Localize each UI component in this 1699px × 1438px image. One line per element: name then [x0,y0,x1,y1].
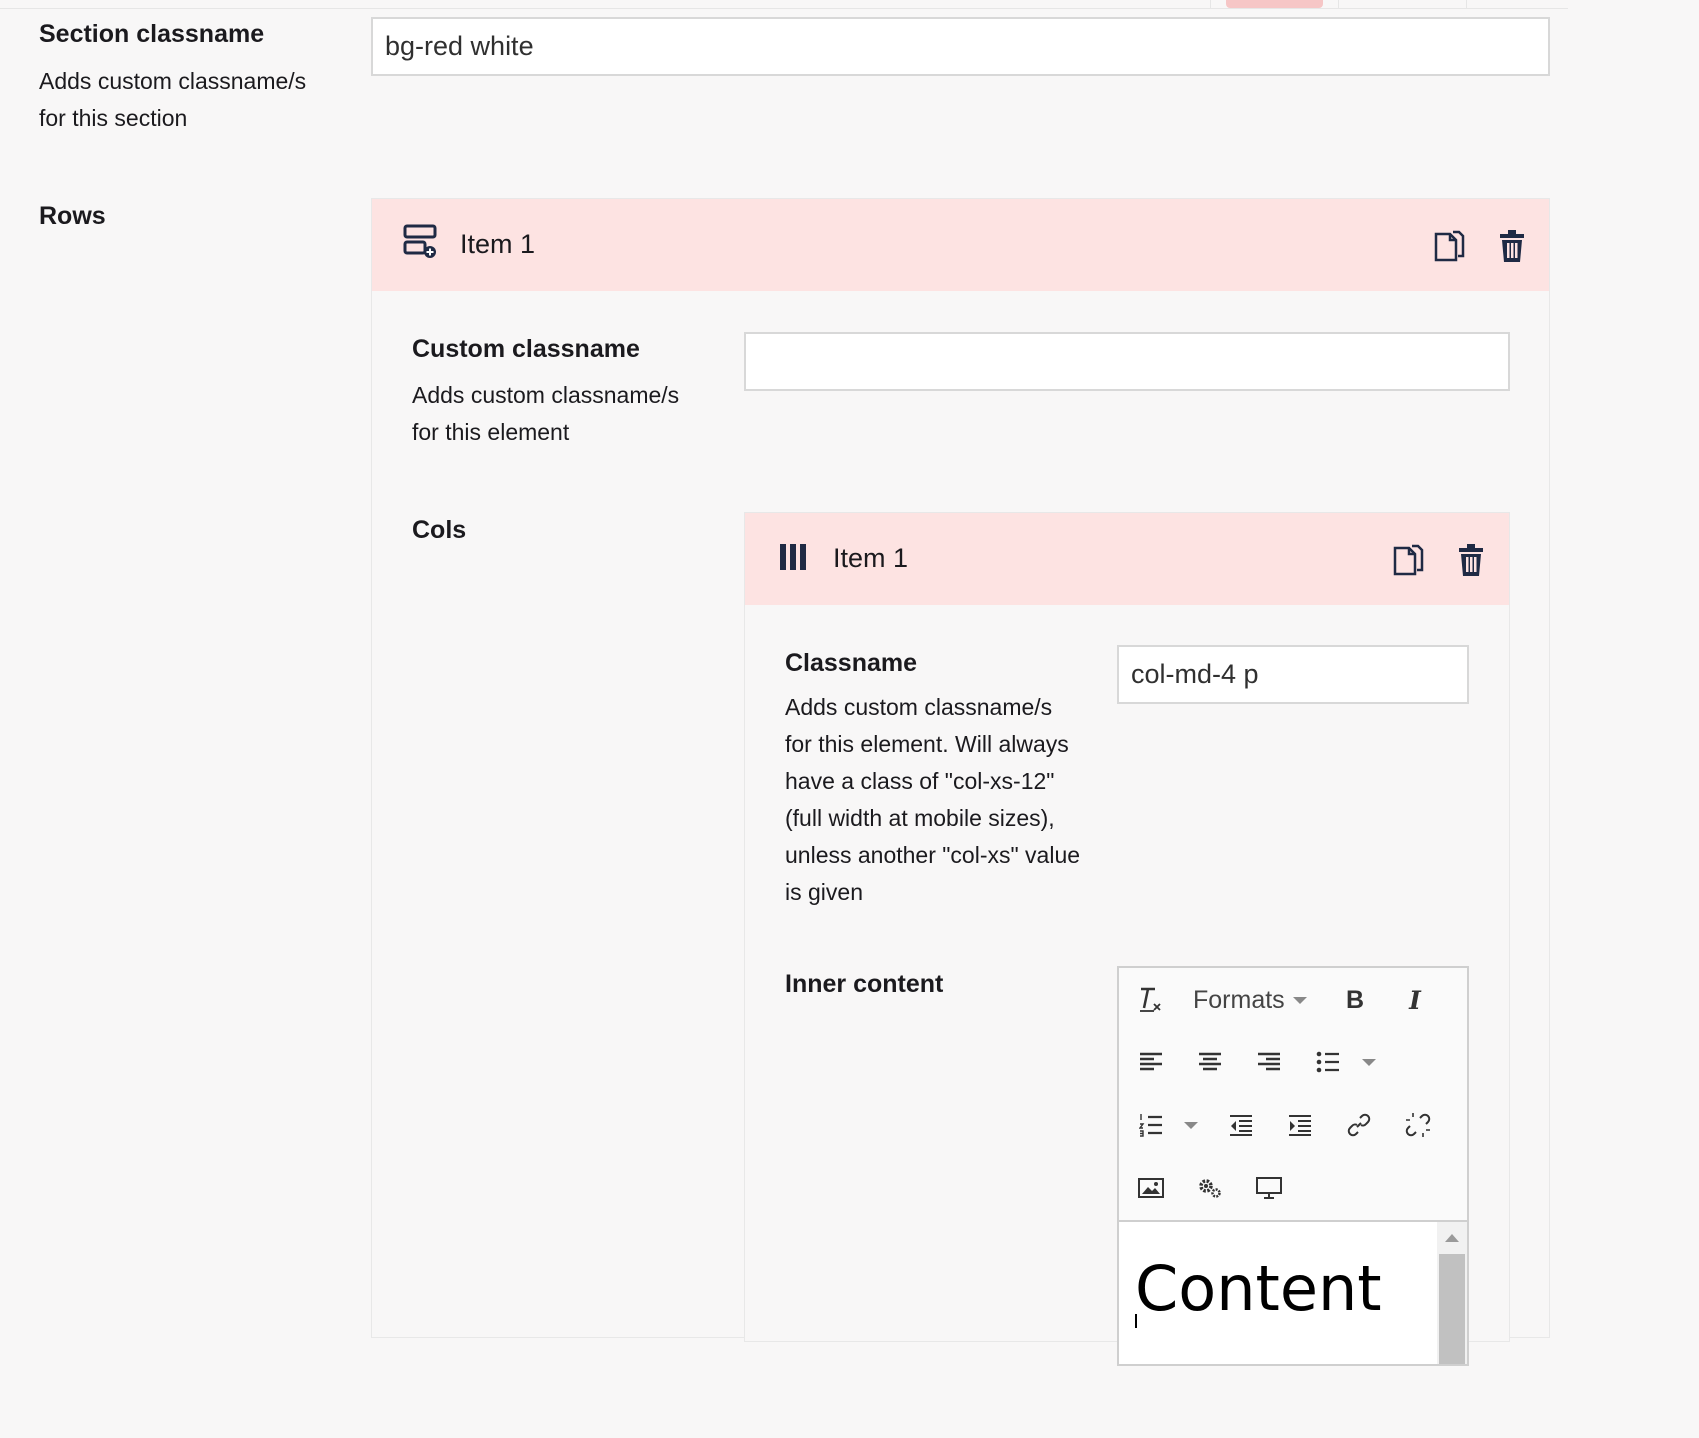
input-value: bg-red white [385,31,534,61]
trash-icon[interactable] [1499,230,1525,262]
row-add-icon [403,224,437,258]
indent-button[interactable] [1280,1107,1320,1143]
description-line: (full width at mobile sizes), [785,805,1055,831]
align-right-icon [1258,1052,1280,1071]
unlink-icon [1405,1113,1431,1137]
numbered-list-icon [1139,1114,1162,1137]
section-classname-description: Adds custom classname/s for this section [39,63,306,137]
align-left-button[interactable] [1131,1044,1171,1080]
rows-label: Rows [39,202,106,230]
indent-icon [1289,1115,1311,1136]
align-center-button[interactable] [1190,1044,1230,1080]
cols-label: Cols [412,516,467,544]
monitor-icon [1256,1177,1282,1199]
image-icon [1138,1178,1164,1198]
outdent-icon [1230,1115,1252,1136]
link-icon [1347,1113,1371,1137]
description-line: Adds custom classname/s [39,68,307,94]
custom-classname-description: Adds custom classname/s for this element [412,377,679,451]
description-line: for this element. Will always [785,731,1069,757]
col-classname-description: Adds custom classname/s for this element… [785,689,1080,911]
align-left-icon [1140,1052,1162,1071]
bold-button[interactable]: B [1335,982,1375,1018]
row-item-title: Item 1 [460,229,536,259]
gears-icon [1199,1179,1221,1198]
insert-link-button[interactable] [1339,1107,1379,1143]
columns-icon [780,544,806,570]
italic-button[interactable]: I [1395,982,1435,1018]
bullet-list-button[interactable] [1308,1044,1348,1080]
description-line: Adds custom classname/s [785,694,1053,720]
settings-button[interactable] [1190,1170,1230,1206]
text-caret [1135,1314,1137,1328]
formats-label: Formats [1193,985,1285,1014]
clear-formatting-button[interactable] [1131,982,1171,1018]
page: Section classname Adds custom classname/… [0,0,1568,1366]
col-item-panel: Item 1 Classname Adds custom classname/s… [744,512,1510,1366]
align-right-button[interactable] [1249,1044,1289,1080]
bullet-list-icon [1316,1051,1339,1073]
remove-link-button[interactable] [1398,1107,1438,1143]
col-item-header[interactable]: Item 1 [745,513,1509,605]
tab-separator [1466,0,1467,8]
editor-content-text[interactable]: Content [1135,1252,1382,1325]
formats-dropdown[interactable]: Formats [1193,982,1315,1018]
description-line: Adds custom classname/s [412,382,680,408]
description-line: for this element [412,419,570,445]
insert-image-button[interactable] [1131,1170,1171,1206]
editor-content-area[interactable]: Content [1119,1220,1467,1364]
scroll-up-arrow-icon[interactable] [1445,1234,1459,1242]
tab-separator [1210,0,1211,8]
col-classname-input[interactable]: col-md-4 p [1117,645,1469,704]
bullet-list-options-button[interactable] [1355,1044,1383,1080]
numbered-list-options-button[interactable] [1177,1107,1205,1143]
tab-separator [1338,0,1339,8]
section-classname-label: Section classname [39,20,265,48]
clear-formatting-icon [1140,987,1161,1012]
chevron-down-icon [1184,1121,1198,1129]
description-line: for this section [39,105,188,131]
row-item-panel: Item 1 Custom classname Adds custom clas… [371,198,1550,1366]
trash-icon[interactable] [1458,544,1484,576]
outdent-button[interactable] [1221,1107,1261,1143]
description-line: unless another "col-xs" value [785,842,1081,868]
description-line: have a class of "col-xs-12" [785,768,1055,794]
rich-text-editor: Formats B I Content [1117,966,1469,1366]
preview-button[interactable] [1249,1170,1289,1206]
custom-classname-label: Custom classname [412,335,640,363]
duplicate-icon[interactable] [1392,544,1424,576]
col-item-title: Item 1 [833,543,909,573]
description-line: is given [785,879,863,905]
scroll-thumb[interactable] [1439,1254,1465,1364]
active-tab-indicator [1226,0,1323,8]
chevron-down-icon [1362,1058,1376,1066]
duplicate-icon[interactable] [1433,230,1465,262]
row-item-header[interactable]: Item 1 [372,199,1549,291]
numbered-list-button[interactable] [1131,1107,1171,1143]
top-divider [0,8,1568,9]
chevron-down-icon [1292,996,1307,1004]
section-classname-input[interactable]: bg-red white [371,17,1550,76]
inner-content-label: Inner content [785,970,944,998]
input-value: col-md-4 p [1131,659,1259,689]
align-center-icon [1199,1052,1221,1071]
custom-classname-input[interactable] [744,332,1510,391]
col-classname-label: Classname [785,649,918,677]
editor-scrollbar[interactable] [1437,1222,1467,1364]
